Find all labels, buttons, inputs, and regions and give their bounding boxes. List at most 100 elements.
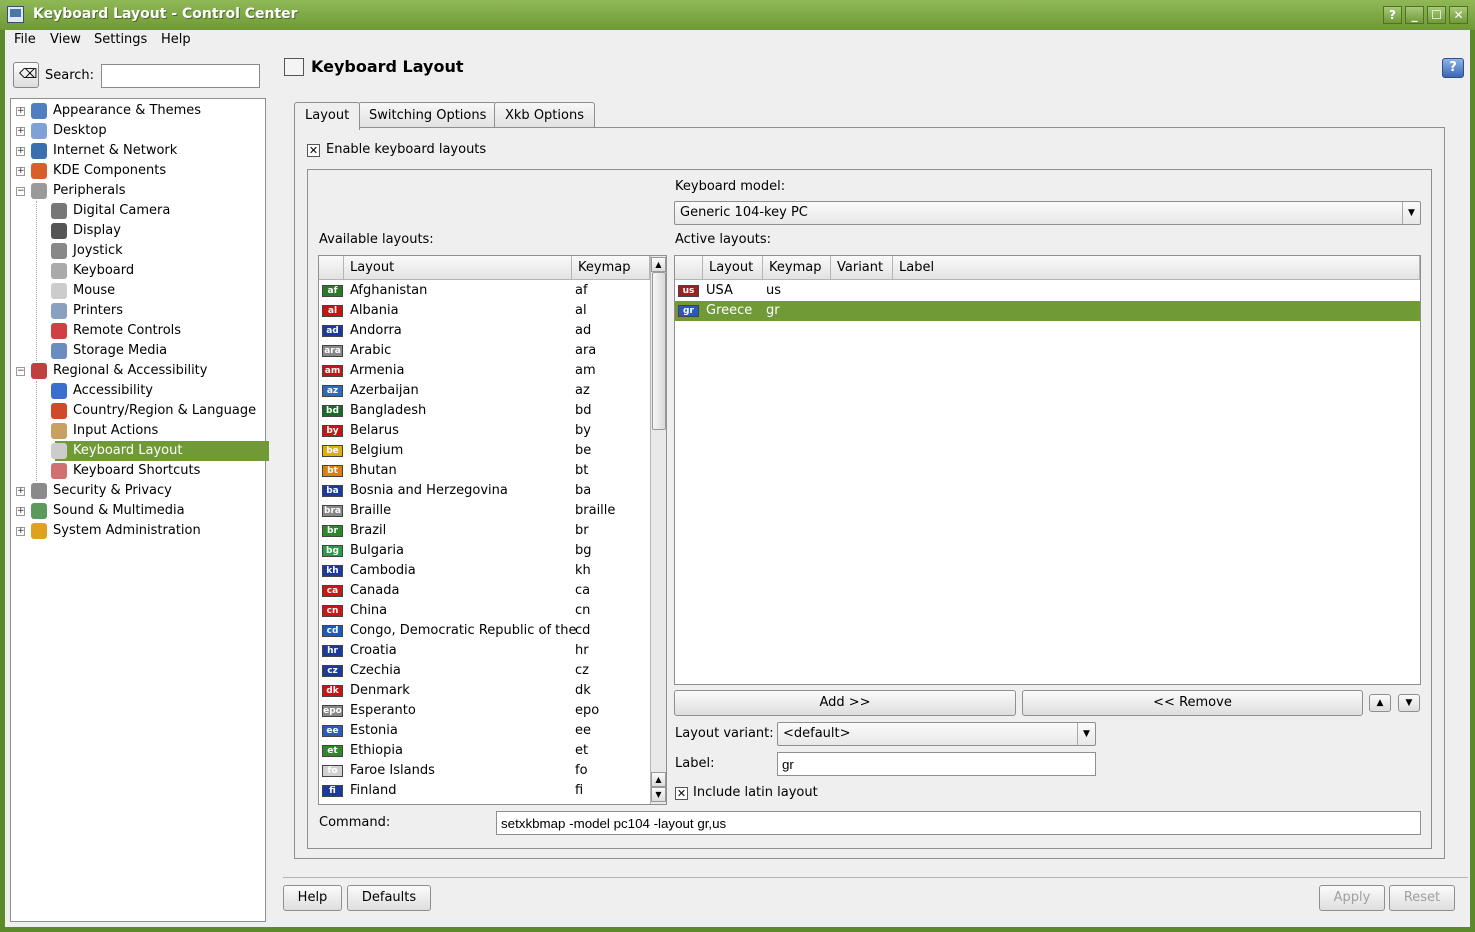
tree-item-display[interactable]: Display bbox=[11, 221, 265, 241]
table-row[interactable]: ee Estonia ee bbox=[319, 721, 650, 741]
table-row[interactable]: fo Faroe Islands fo bbox=[319, 761, 650, 781]
column-header-label[interactable]: Label bbox=[893, 256, 1420, 280]
minimize-button[interactable]: _ bbox=[1405, 6, 1424, 24]
scroll-up-icon[interactable]: ▲ bbox=[651, 257, 666, 272]
module-tree[interactable]: + Appearance & Themes + Desktop + Internet & … bbox=[10, 98, 269, 922]
table-row[interactable]: az Azerbaijan az bbox=[319, 381, 650, 401]
tree-item-kde-components[interactable]: + KDE Components bbox=[11, 161, 265, 181]
search-input[interactable] bbox=[101, 64, 260, 88]
tree-item-keyboard-layout[interactable]: Keyboard Layout bbox=[51, 441, 269, 461]
help-icon[interactable]: ? bbox=[1442, 58, 1464, 78]
table-row[interactable]: ba Bosnia and Herzegovina ba bbox=[319, 481, 650, 501]
expand-icon[interactable]: + bbox=[16, 107, 25, 116]
tree-item-internet-network[interactable]: + Internet & Network bbox=[11, 141, 265, 161]
table-row[interactable]: dk Denmark dk bbox=[319, 681, 650, 701]
tree-item-keyboard-shortcuts[interactable]: Keyboard Shortcuts bbox=[11, 461, 265, 481]
tree-item-regional-accessibility[interactable]: − Regional & Accessibility bbox=[11, 361, 265, 381]
collapse-icon[interactable]: − bbox=[16, 367, 25, 376]
table-row[interactable]: bra Braille braille bbox=[319, 501, 650, 521]
move-up-button[interactable]: ▲ bbox=[1369, 694, 1391, 712]
table-row[interactable]: cd Congo, Democratic Republic of the cd bbox=[319, 621, 650, 641]
tree-item-system-administration[interactable]: + System Administration bbox=[11, 521, 265, 541]
defaults-button[interactable]: Defaults bbox=[347, 885, 431, 911]
tab-xkb-options[interactable]: Xkb Options bbox=[494, 102, 595, 129]
table-row[interactable]: kh Cambodia kh bbox=[319, 561, 650, 581]
reset-button[interactable]: Reset bbox=[1389, 885, 1455, 911]
expand-icon[interactable]: + bbox=[16, 147, 25, 156]
expand-icon[interactable]: + bbox=[16, 507, 25, 516]
add-button[interactable]: Add >> bbox=[674, 690, 1016, 716]
tree-item-mouse[interactable]: Mouse bbox=[11, 281, 265, 301]
tree-item-sound-multimedia[interactable]: + Sound & Multimedia bbox=[11, 501, 265, 521]
table-row[interactable]: bg Bulgaria bg bbox=[319, 541, 650, 561]
collapse-icon[interactable]: − bbox=[16, 187, 25, 196]
command-field[interactable] bbox=[496, 811, 1421, 835]
table-row[interactable]: br Brazil br bbox=[319, 521, 650, 541]
column-header-keymap[interactable]: Keymap bbox=[572, 256, 650, 280]
apply-button[interactable]: Apply bbox=[1319, 885, 1385, 911]
tree-item-digital-camera[interactable]: Digital Camera bbox=[11, 201, 265, 221]
table-row[interactable]: gr Greece gr bbox=[675, 301, 1420, 321]
scroll-down-icon[interactable]: ▼ bbox=[651, 787, 666, 802]
active-layouts-list[interactable]: Layout Keymap Variant Label us USA us gr Gre… bbox=[674, 255, 1421, 685]
tree-item-input-actions[interactable]: Input Actions bbox=[11, 421, 265, 441]
tree-item-accessibility[interactable]: Accessibility bbox=[11, 381, 265, 401]
table-row[interactable]: bt Bhutan bt bbox=[319, 461, 650, 481]
tree-item-remote-controls[interactable]: Remote Controls bbox=[11, 321, 265, 341]
expand-icon[interactable]: + bbox=[16, 127, 25, 136]
scroll-up-icon[interactable]: ▲ bbox=[651, 772, 666, 787]
tree-item-security-privacy[interactable]: + Security & Privacy bbox=[11, 481, 265, 501]
available-layouts-list[interactable]: Layout Keymap af Afghanistan af al Albania al… bbox=[318, 255, 667, 805]
tab-switching-options[interactable]: Switching Options bbox=[358, 102, 498, 129]
expand-icon[interactable]: + bbox=[16, 487, 25, 496]
label-input[interactable] bbox=[777, 752, 1096, 776]
keyboard-model-select[interactable]: Generic 104-key PC ▼ bbox=[674, 201, 1421, 225]
column-header-variant[interactable]: Variant bbox=[831, 256, 893, 280]
tab-layout[interactable]: Layout bbox=[294, 102, 361, 130]
column-header-layout[interactable]: Layout bbox=[703, 256, 763, 280]
tree-item-keyboard[interactable]: Keyboard bbox=[11, 261, 265, 281]
expand-icon[interactable]: + bbox=[16, 527, 25, 536]
table-row[interactable]: cn China cn bbox=[319, 601, 650, 621]
table-row[interactable]: am Armenia am bbox=[319, 361, 650, 381]
tree-item-appearance-themes[interactable]: + Appearance & Themes bbox=[11, 101, 265, 121]
layout-variant-select[interactable]: <default> ▼ bbox=[777, 722, 1096, 746]
table-row[interactable]: hr Croatia hr bbox=[319, 641, 650, 661]
move-down-button[interactable]: ▼ bbox=[1398, 694, 1420, 712]
table-row[interactable]: epo Esperanto epo bbox=[319, 701, 650, 721]
available-scrollbar[interactable]: ▲ ▲ ▼ bbox=[650, 256, 666, 804]
column-header-keymap[interactable]: Keymap bbox=[763, 256, 831, 280]
tree-item-desktop[interactable]: + Desktop bbox=[11, 121, 265, 141]
table-row[interactable]: al Albania al bbox=[319, 301, 650, 321]
table-row[interactable]: be Belgium be bbox=[319, 441, 650, 461]
clear-search-button[interactable]: ⌫ bbox=[13, 62, 39, 88]
menu-settings[interactable]: Settings bbox=[90, 32, 151, 47]
table-row[interactable]: af Afghanistan af bbox=[319, 281, 650, 301]
table-row[interactable]: us USA us bbox=[675, 281, 1420, 301]
table-row[interactable]: cz Czechia cz bbox=[319, 661, 650, 681]
scroll-thumb[interactable] bbox=[652, 272, 666, 430]
table-row[interactable]: ca Canada ca bbox=[319, 581, 650, 601]
column-header-layout[interactable]: Layout bbox=[344, 256, 572, 280]
tree-item-printers[interactable]: Printers bbox=[11, 301, 265, 321]
menu-file[interactable]: File bbox=[10, 32, 40, 47]
maximize-button[interactable]: ☐ bbox=[1427, 6, 1446, 24]
table-row[interactable]: et Ethiopia et bbox=[319, 741, 650, 761]
tree-item-peripherals[interactable]: − Peripherals bbox=[11, 181, 265, 201]
tree-item-joystick[interactable]: Joystick bbox=[11, 241, 265, 261]
tree-item-country-region-language[interactable]: Country/Region & Language bbox=[11, 401, 265, 421]
table-row[interactable]: fi Finland fi bbox=[319, 781, 650, 801]
expand-icon[interactable]: + bbox=[16, 167, 25, 176]
menu-view[interactable]: View bbox=[46, 32, 85, 47]
include-latin-checkbox[interactable]: ✕ bbox=[675, 787, 688, 800]
table-row[interactable]: bd Bangladesh bd bbox=[319, 401, 650, 421]
remove-button[interactable]: << Remove bbox=[1022, 690, 1363, 716]
help-title-button[interactable]: ? bbox=[1383, 6, 1402, 24]
title-bar[interactable]: Keyboard Layout - Control Center ? _ ☐ ✕ bbox=[0, 0, 1475, 30]
table-row[interactable]: ara Arabic ara bbox=[319, 341, 650, 361]
help-button[interactable]: Help bbox=[283, 885, 342, 911]
menu-help[interactable]: Help bbox=[157, 32, 195, 47]
tree-item-storage-media[interactable]: Storage Media bbox=[11, 341, 265, 361]
table-row[interactable]: ad Andorra ad bbox=[319, 321, 650, 341]
enable-layouts-checkbox[interactable]: ✕ bbox=[307, 144, 320, 157]
